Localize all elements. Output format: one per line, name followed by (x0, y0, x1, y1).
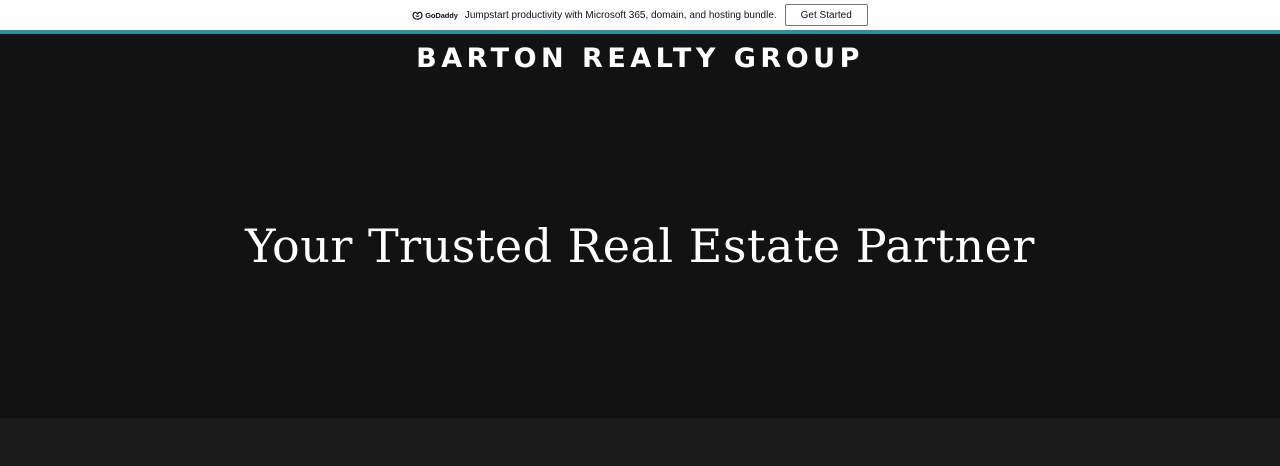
site-title[interactable]: BARTON REALTY GROUP (0, 43, 1280, 74)
next-section (0, 418, 1280, 466)
get-started-button[interactable]: Get Started (784, 4, 868, 26)
hero-section: BARTON REALTY GROUP Your Trusted Real Es… (0, 34, 1280, 418)
godaddy-wordmark: GoDaddy (425, 10, 458, 20)
godaddy-mark-icon (412, 11, 423, 20)
promo-content: GoDaddy Jumpstart productivity with Micr… (412, 4, 868, 26)
godaddy-logo[interactable]: GoDaddy (412, 11, 458, 20)
promo-text: Jumpstart productivity with Microsoft 36… (464, 9, 777, 21)
promo-banner: GoDaddy Jumpstart productivity with Micr… (0, 0, 1280, 30)
hero-tagline: Your Trusted Real Estate Partner (245, 219, 1035, 273)
